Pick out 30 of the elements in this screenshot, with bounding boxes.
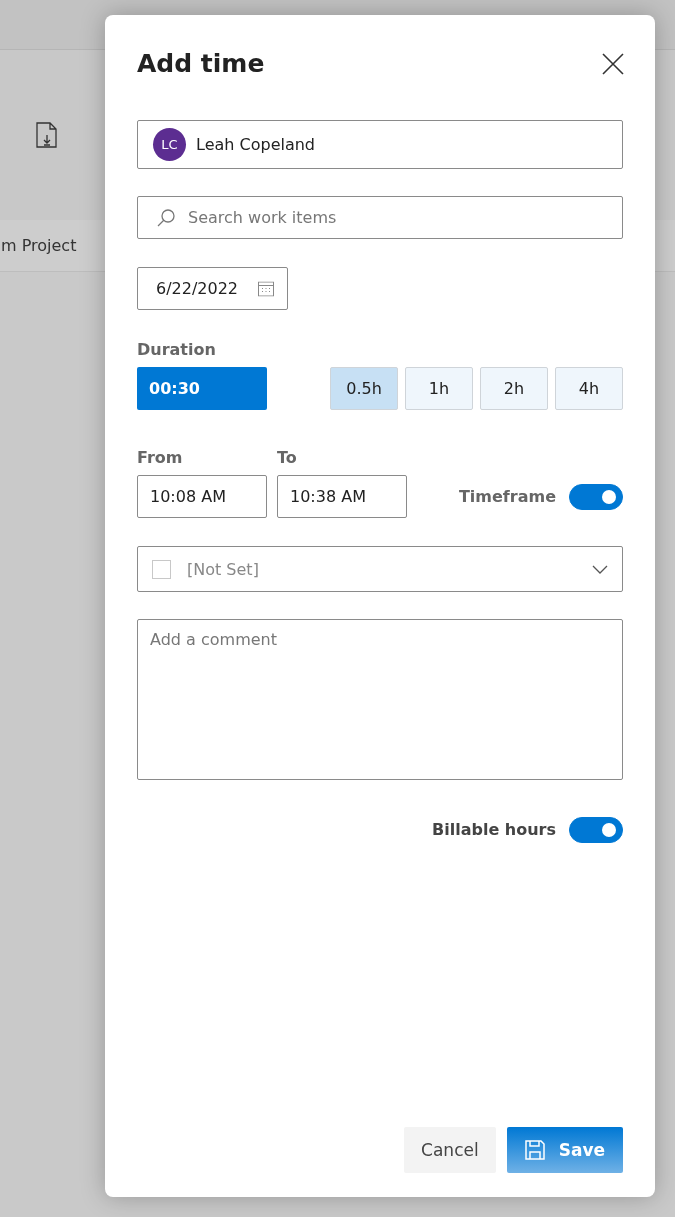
- from-field[interactable]: 10:08 AM: [137, 475, 267, 518]
- file-download-icon[interactable]: [36, 122, 58, 148]
- category-dropdown[interactable]: [Not Set]: [137, 546, 623, 592]
- duration-preset[interactable]: 4h: [555, 367, 623, 410]
- date-field[interactable]: 6/22/2022: [137, 267, 288, 310]
- search-field[interactable]: Search work items: [137, 196, 623, 239]
- close-icon[interactable]: [601, 52, 625, 76]
- calendar-icon: [258, 281, 274, 296]
- duration-preset[interactable]: 0.5h: [330, 367, 398, 410]
- person-field[interactable]: LC Leah Copeland: [137, 120, 623, 169]
- timeframe-toggle[interactable]: [569, 483, 623, 510]
- timeframe-label: Timeframe: [458, 487, 556, 506]
- search-icon: [157, 208, 175, 227]
- duration-preset[interactable]: 1h: [405, 367, 473, 410]
- from-label: From: [137, 448, 184, 467]
- cancel-button[interactable]: Cancel: [404, 1127, 496, 1173]
- chevron-down-icon: [592, 564, 608, 574]
- to-field[interactable]: 10:38 AM: [277, 475, 407, 518]
- tab-label: m Project: [1, 236, 77, 255]
- comment-field[interactable]: Add a comment: [137, 619, 623, 780]
- duration-label: Duration: [137, 340, 217, 359]
- duration-field[interactable]: 00:30: [137, 367, 267, 410]
- checkbox[interactable]: [152, 559, 171, 579]
- duration-preset[interactable]: 2h: [480, 367, 548, 410]
- billable-toggle[interactable]: [569, 816, 623, 843]
- to-label: To: [277, 448, 298, 467]
- dialog-title: Add time: [137, 49, 265, 78]
- billable-label: Billable hours: [432, 820, 556, 839]
- avatar: LC: [153, 128, 186, 161]
- save-icon: [524, 1140, 545, 1160]
